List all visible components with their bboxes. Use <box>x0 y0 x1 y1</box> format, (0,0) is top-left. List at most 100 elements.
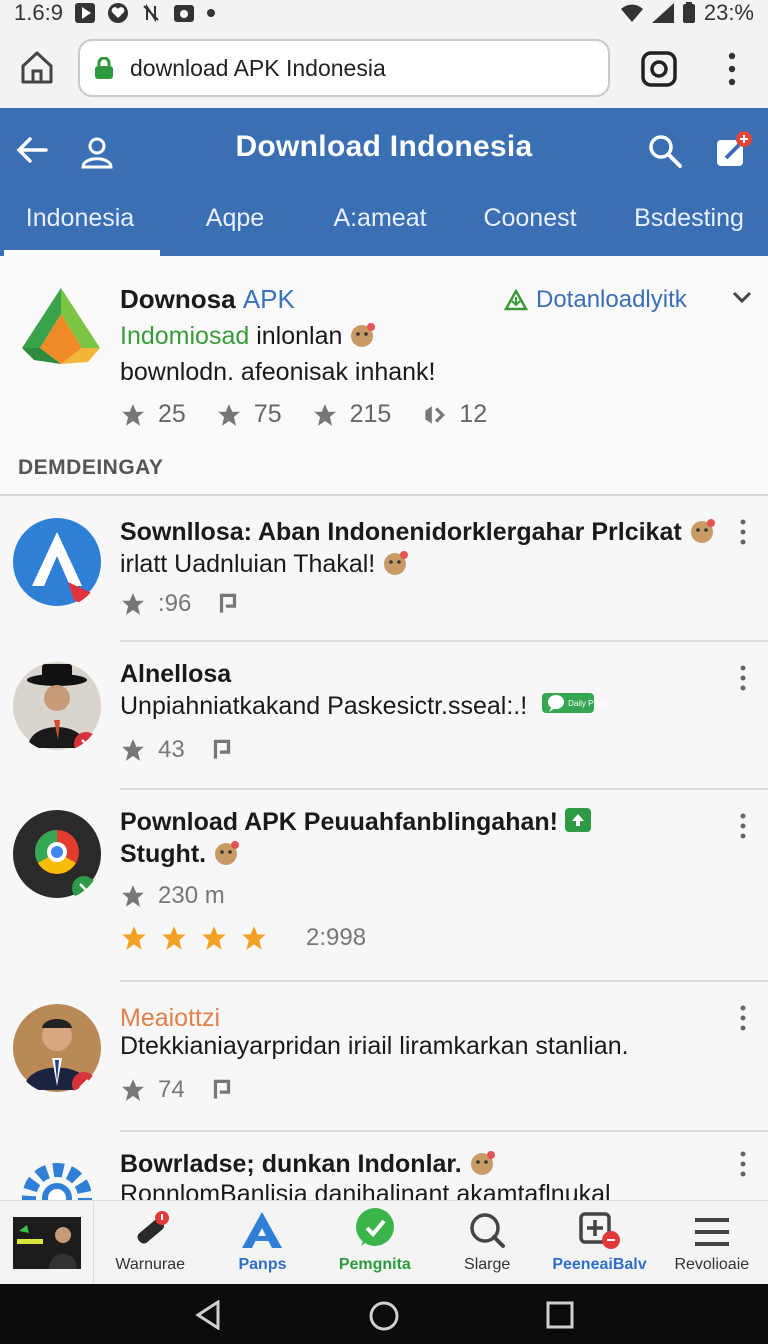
app-a-avatar-icon <box>13 518 101 606</box>
search-icon <box>470 1213 506 1248</box>
tab-bsdesting[interactable]: Bsdesting <box>610 192 768 256</box>
app-header: Download Indonesia Indonesia Aqpe A:amea… <box>0 108 768 256</box>
more-options-icon[interactable] <box>738 664 748 692</box>
list-item[interactable]: Meaiottzi Dtekkianiayarpridan iriail lir… <box>0 982 768 1132</box>
list-item[interactable]: Alnellosa Unpiahniatkakand Paskesictr.ss… <box>0 642 768 790</box>
section-label: DEMDEINGAY <box>18 456 164 479</box>
nav-pemgnita[interactable]: Pemgnita <box>319 1201 431 1284</box>
media-thumbnail[interactable] <box>0 1201 94 1285</box>
stat-value: 12 <box>459 400 488 428</box>
post-subtitle: Stught. <box>120 840 241 869</box>
featured-title: Downosa APK <box>120 284 295 315</box>
stat-stars-1[interactable]: 25 <box>120 400 186 429</box>
nfc-icon <box>143 3 159 23</box>
more-options-icon[interactable] <box>738 812 748 840</box>
badge-text: Daily Press <box>568 698 609 708</box>
post-title: Pownload APK Peuuahfanblingahan! <box>120 808 591 837</box>
featured-app-card[interactable]: Downosa APK Dotanloadlyitk Indomiosad in… <box>0 256 768 496</box>
nav-peeneaibalv[interactable]: PeeneaiBalv <box>543 1201 655 1284</box>
url-text: download APK Indonesia <box>130 54 386 81</box>
nav-warnurae[interactable]: Warnurae <box>94 1201 206 1284</box>
app-logo-icon <box>22 288 100 364</box>
post-meta: 74 <box>120 1076 235 1104</box>
stat-stars-3[interactable]: 215 <box>312 400 391 429</box>
post-body-text: irlatt Uadnluian Thakal! <box>120 550 376 578</box>
status-bar: 1.6:9 23:% <box>0 0 768 26</box>
nav-label: PeeneaiBalv <box>552 1256 647 1273</box>
person-suit-avatar-icon <box>13 1004 101 1094</box>
star-icon[interactable] <box>120 1077 146 1103</box>
battery-icon <box>682 2 695 23</box>
nav-revolioaie[interactable]: Revolioaie <box>656 1201 768 1284</box>
battery-level: 23:% <box>703 0 754 25</box>
play-icon <box>74 3 95 23</box>
post-author-text: Meaiottzi <box>120 1004 221 1032</box>
chevron-down-icon[interactable] <box>732 290 752 304</box>
more-options-icon[interactable] <box>738 518 748 546</box>
post-body: Unpiahniatkakand Paskesictr.sseal:.! Dai… <box>120 692 609 721</box>
featured-title-apk: APK <box>242 284 295 314</box>
repost-icon[interactable] <box>209 737 235 763</box>
download-link[interactable]: Dotanloadlyitk <box>504 286 687 314</box>
tab-coonest[interactable]: Coonest <box>450 192 610 256</box>
post-title: Sownllosa: Aban Indonenidorklergahar Prl… <box>120 518 717 547</box>
post-stat: 74 <box>158 1076 185 1103</box>
list-item[interactable]: Bowrladse; dunkan Indonlar. RonnlomBanli… <box>0 1132 768 1200</box>
photo-icon <box>173 5 194 22</box>
nav-panps[interactable]: Panps <box>206 1201 318 1284</box>
star-filled-icon <box>162 926 186 950</box>
list-item[interactable]: Sownllosa: Aban Indonenidorklergahar Prl… <box>0 496 768 642</box>
post-feed: Sownllosa: Aban Indonenidorklergahar Prl… <box>0 496 768 1200</box>
search-icon[interactable] <box>646 132 684 170</box>
wifi-icon <box>620 4 643 22</box>
post-body-text: Unpiahniatkakand Paskesictr.sseal:.! <box>120 692 528 720</box>
system-recents-icon[interactable] <box>546 1301 574 1329</box>
stat-share[interactable]: 12 <box>421 400 487 429</box>
star-icon[interactable] <box>120 591 146 617</box>
app-a-icon <box>242 1212 283 1248</box>
compose-icon[interactable] <box>714 130 754 170</box>
post-stat: 43 <box>158 736 185 763</box>
nav-slarge[interactable]: Slarge <box>431 1201 543 1284</box>
system-navigation-bar <box>0 1284 768 1344</box>
star-icon <box>313 403 336 426</box>
star-icon[interactable] <box>120 737 146 763</box>
nav-label: Pemgnita <box>338 1256 411 1273</box>
system-home-icon[interactable] <box>368 1300 400 1332</box>
emoji-icon <box>384 551 409 575</box>
post-stat: 230 m <box>158 882 225 909</box>
browser-menu-icon[interactable] <box>722 52 742 86</box>
more-options-icon[interactable] <box>738 1004 748 1032</box>
instagram-icon[interactable] <box>640 50 678 88</box>
home-icon[interactable] <box>18 48 56 86</box>
lock-icon <box>95 57 113 79</box>
post-title-text: Bowrladse; dunkan Indonlar. <box>120 1150 462 1178</box>
tool-icon <box>137 1211 170 1244</box>
star-icon[interactable] <box>120 883 146 909</box>
nav-label: Warnurae <box>115 1256 185 1273</box>
gear-avatar-icon <box>22 1163 92 1200</box>
more-options-icon[interactable] <box>738 1150 748 1178</box>
post-rating: 2:998 <box>120 924 366 952</box>
repost-icon[interactable] <box>209 1077 235 1103</box>
share-icon <box>425 405 446 424</box>
browser-toolbar: download APK Indonesia <box>0 26 768 108</box>
tab-aameat[interactable]: A:ameat <box>310 192 450 256</box>
whatsapp-icon <box>355 1208 394 1246</box>
post-meta: 230 m <box>120 882 225 910</box>
list-item[interactable]: Pownload APK Peuuahfanblingahan! Stught.… <box>0 790 768 982</box>
repost-icon[interactable] <box>215 591 241 617</box>
url-field[interactable]: download APK Indonesia <box>78 39 610 97</box>
tab-aqpe[interactable]: Aqpe <box>160 192 310 256</box>
download-link-label: Dotanloadlyitk <box>536 286 687 313</box>
system-back-icon[interactable] <box>194 1300 224 1330</box>
post-author[interactable]: Meaiottzi <box>120 1004 220 1033</box>
hamburger-menu-icon <box>694 1218 729 1246</box>
tab-indonesia[interactable]: Indonesia <box>0 192 160 256</box>
post-title: Bowrladse; dunkan Indonlar. <box>120 1150 497 1179</box>
post-meta: 43 <box>120 736 235 764</box>
post-title-text: Alnellosa <box>120 660 232 688</box>
dot-icon <box>206 9 215 17</box>
stat-stars-2[interactable]: 75 <box>216 400 282 429</box>
featured-description: bownlodn. afeonisak inhank! <box>120 358 436 386</box>
